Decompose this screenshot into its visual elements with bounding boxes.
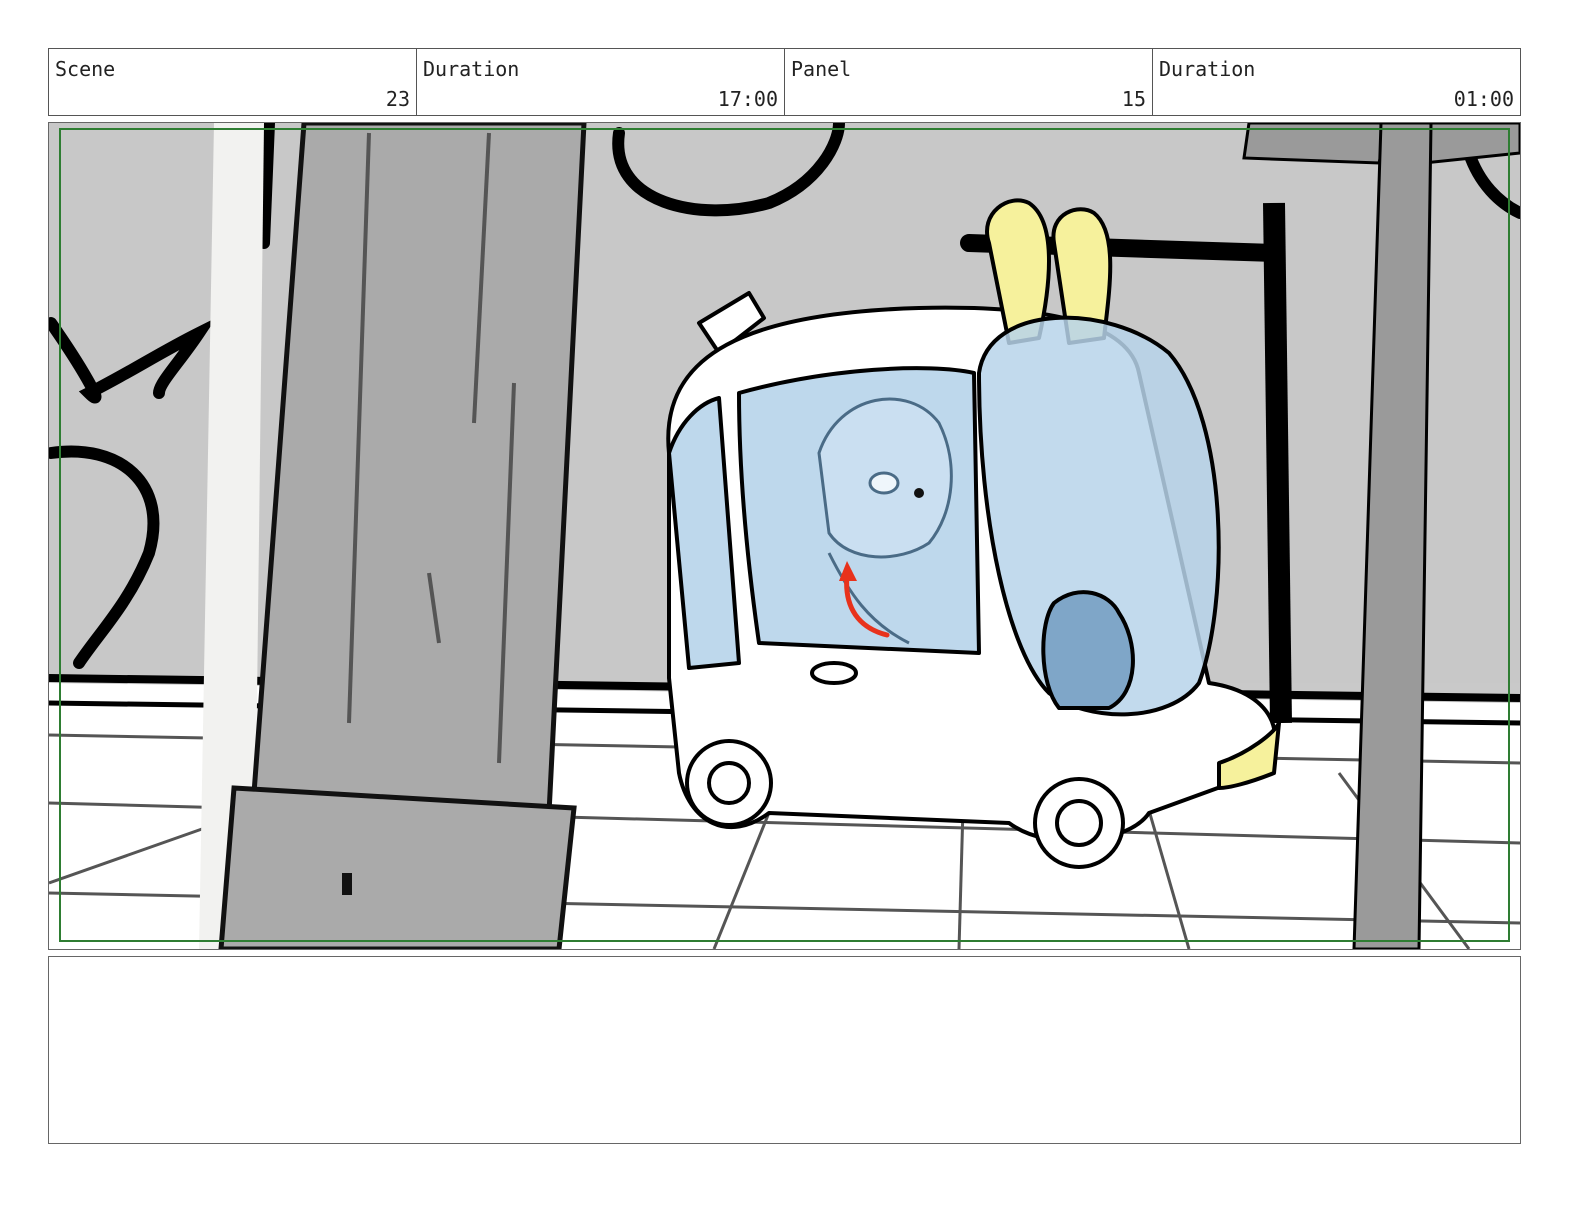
panel-header: Scene 23 Duration 17:00 Panel 15 Duratio… — [48, 48, 1521, 116]
panel-number: 15 — [1121, 87, 1146, 111]
panel-cell: Panel 15 — [785, 49, 1153, 115]
storyboard-drawing — [49, 123, 1520, 949]
scene-cell: Scene 23 — [49, 49, 417, 115]
panel-label: Panel — [791, 57, 852, 81]
notes-box[interactable] — [48, 956, 1521, 1144]
panel-duration-cell: Duration 01:00 — [1153, 49, 1520, 115]
scene-duration-value: 17:00 — [717, 87, 778, 111]
scene-number: 23 — [385, 87, 410, 111]
scene-label: Scene — [55, 57, 116, 81]
panel-duration-value: 01:00 — [1453, 87, 1514, 111]
scene-duration-label: Duration — [423, 57, 520, 81]
panel-duration-label: Duration — [1159, 57, 1256, 81]
storyboard-frame — [48, 122, 1521, 950]
scene-duration-cell: Duration 17:00 — [417, 49, 785, 115]
